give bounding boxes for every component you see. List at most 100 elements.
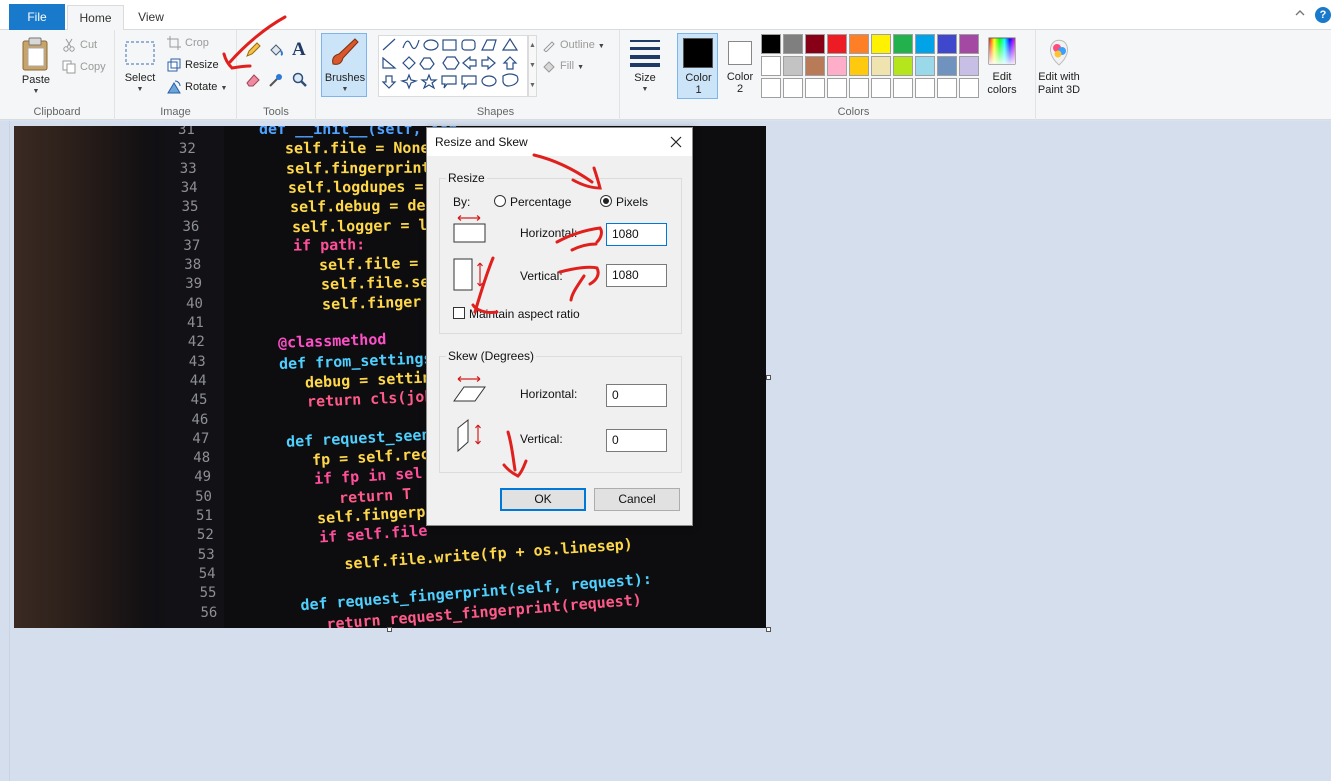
palette-color-swatch[interactable] [893,34,913,54]
palette-color-swatch[interactable] [959,34,979,54]
rotate-dropdown-arrow[interactable]: ▼ [220,85,227,92]
magnifier-icon[interactable] [292,72,308,88]
edit-colors-button[interactable]: Edit colors [984,33,1020,99]
copy-button[interactable]: Copy [60,58,106,76]
tools-group: A Tools [237,30,316,120]
brushes-dropdown-arrow[interactable]: ▼ [322,86,368,93]
palette-color-swatch[interactable] [827,56,847,76]
size-button[interactable]: Size ▼ [622,33,668,97]
tab-view[interactable]: View [124,5,178,30]
color-palette [761,34,983,100]
help-button[interactable]: ? [1315,7,1331,23]
canvas-resize-handle-bottom[interactable] [387,627,392,632]
select-button[interactable]: Select ▼ [121,34,159,98]
paste-dropdown-arrow[interactable]: ▼ [16,88,56,95]
collapse-ribbon-button[interactable] [1293,8,1307,22]
image-line-number: 42 [187,334,205,351]
palette-color-swatch[interactable] [959,56,979,76]
palette-color-swatch[interactable] [849,78,869,98]
skew-vertical-input[interactable]: 0 [606,429,667,452]
palette-color-swatch[interactable] [937,78,957,98]
maintain-aspect-ratio-checkbox[interactable]: Maintain aspect ratio [453,306,593,322]
brushes-button[interactable]: Brushes ▼ [321,33,367,97]
palette-color-swatch[interactable] [915,56,935,76]
outline-button[interactable]: Outline ▼ [540,36,605,54]
shapes-group: ▲ ▼ ▼ Outline ▼ Fill ▼ Shapes [372,30,620,120]
palette-color-swatch[interactable] [871,34,891,54]
color-picker-icon[interactable] [268,72,284,88]
pixels-radio-circle[interactable] [600,195,612,207]
resize-horizontal-input[interactable]: 1080 [606,223,667,246]
resize-button[interactable]: Resize [165,56,219,74]
image-code-line: self.debug = debu [289,196,444,217]
palette-color-swatch[interactable] [915,34,935,54]
palette-color-swatch[interactable] [805,56,825,76]
palette-color-swatch[interactable] [783,78,803,98]
crop-button[interactable]: Crop [165,34,209,52]
dialog-close-button[interactable] [666,132,686,152]
color1-label-text: Color [685,72,712,84]
shapes-group-label: Shapes [476,106,515,118]
image-line-number: 55 [199,585,217,602]
fill-dropdown-arrow[interactable]: ▼ [577,64,584,71]
select-dropdown-arrow[interactable]: ▼ [121,86,159,93]
palette-color-swatch[interactable] [937,34,957,54]
eraser-icon[interactable] [245,72,261,88]
palette-color-swatch[interactable] [827,34,847,54]
cut-button[interactable]: Cut [60,36,97,54]
cancel-button[interactable]: Cancel [594,488,680,511]
size-dropdown-arrow[interactable]: ▼ [622,86,668,93]
image-line-number: 41 [187,315,204,331]
palette-color-swatch[interactable] [849,56,869,76]
rotate-button[interactable]: Rotate ▼ [165,78,227,96]
maintain-aspect-ratio-box[interactable] [453,307,465,319]
palette-color-swatch[interactable] [915,78,935,98]
image-line-number: 32 [178,141,196,158]
palette-color-swatch[interactable] [827,78,847,98]
palette-color-swatch[interactable] [937,56,957,76]
text-tool-icon[interactable]: A [292,39,306,61]
palette-color-swatch[interactable] [761,78,781,98]
palette-color-swatch[interactable] [761,34,781,54]
clipboard-group-label: Clipboard [33,106,81,118]
pixels-radio[interactable]: Pixels [600,194,660,210]
color1-label-num: 1 [695,84,702,96]
tab-file[interactable]: File [9,4,65,30]
image-code-line: self.fingerprints [286,158,440,178]
color1-button[interactable]: Color 1 [677,33,718,99]
percentage-radio-circle[interactable] [494,195,506,207]
skew-horizontal-input[interactable]: 0 [606,384,667,407]
palette-color-swatch[interactable] [959,78,979,98]
palette-color-swatch[interactable] [805,34,825,54]
palette-color-swatch[interactable] [893,56,913,76]
percentage-radio[interactable]: Percentage [494,194,574,210]
color-spectrum-icon [988,37,1016,65]
palette-color-swatch[interactable] [893,78,913,98]
rotate-icon [167,80,181,94]
shapes-gallery-scroll[interactable]: ▲ ▼ ▼ [528,35,537,97]
palette-color-swatch[interactable] [805,78,825,98]
paste-button[interactable]: Paste ▼ [16,34,56,96]
palette-color-swatch[interactable] [783,34,803,54]
palette-color-swatch[interactable] [761,56,781,76]
shapes-gallery[interactable] [378,35,528,97]
tab-home[interactable]: Home [67,5,124,31]
fill-button[interactable]: Fill ▼ [540,57,584,75]
palette-color-swatch[interactable] [849,34,869,54]
palette-color-swatch[interactable] [871,56,891,76]
color1-label: Color 1 [678,72,719,96]
color2-button[interactable]: Color 2 [721,33,759,99]
image-code-line: return cls(job [306,387,434,411]
image-line-number: 52 [196,527,214,544]
resize-vertical-input[interactable]: 1080 [606,264,667,287]
palette-color-swatch[interactable] [871,78,891,98]
palette-color-swatch[interactable] [783,56,803,76]
pencil-icon[interactable] [245,42,261,58]
fill-bucket-icon[interactable] [268,42,284,58]
ok-button[interactable]: OK [500,488,586,511]
canvas-resize-handle-right[interactable] [766,375,771,380]
edit-with-paint3d-button[interactable]: Edit with Paint 3D [1036,33,1082,99]
outline-dropdown-arrow[interactable]: ▼ [598,43,605,50]
canvas-resize-handle-corner[interactable] [766,627,771,632]
edit-colors-label: Edit colors [987,71,1017,96]
